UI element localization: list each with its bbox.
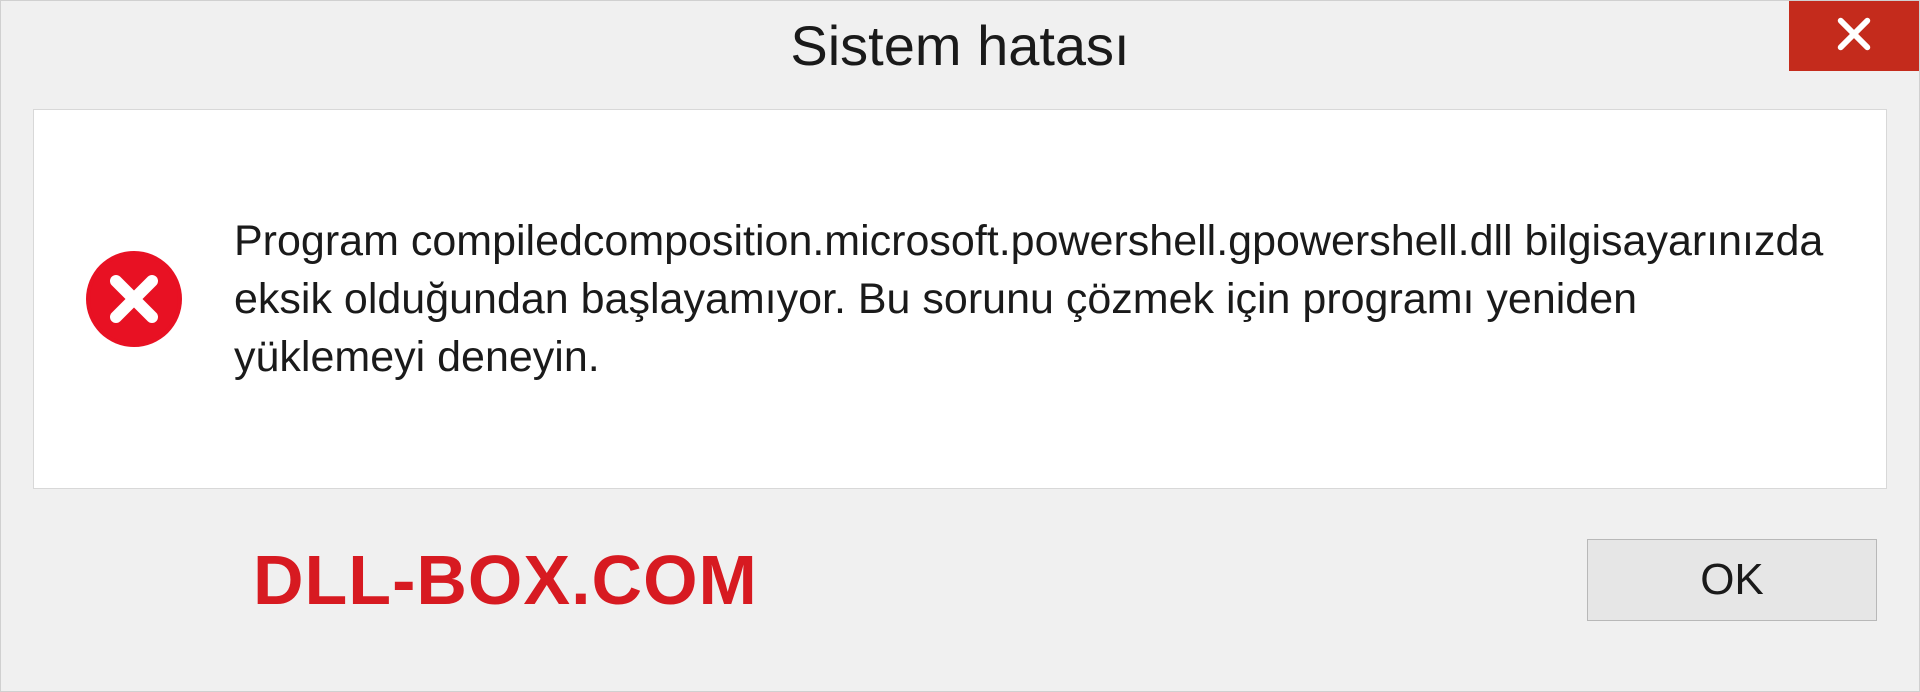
close-button[interactable] [1789, 1, 1919, 71]
dialog-footer: DLL-BOX.COM OK [1, 489, 1919, 691]
ok-button[interactable]: OK [1587, 539, 1877, 621]
dialog-title: Sistem hatası [790, 13, 1129, 78]
error-dialog: Sistem hatası Program compiledcompositio… [0, 0, 1920, 692]
content-panel: Program compiledcomposition.microsoft.po… [33, 109, 1887, 489]
watermark-text: DLL-BOX.COM [253, 540, 758, 620]
error-icon [84, 249, 184, 349]
error-message: Program compiledcomposition.microsoft.po… [234, 212, 1836, 386]
titlebar: Sistem hatası [1, 1, 1919, 89]
close-icon [1834, 14, 1874, 59]
